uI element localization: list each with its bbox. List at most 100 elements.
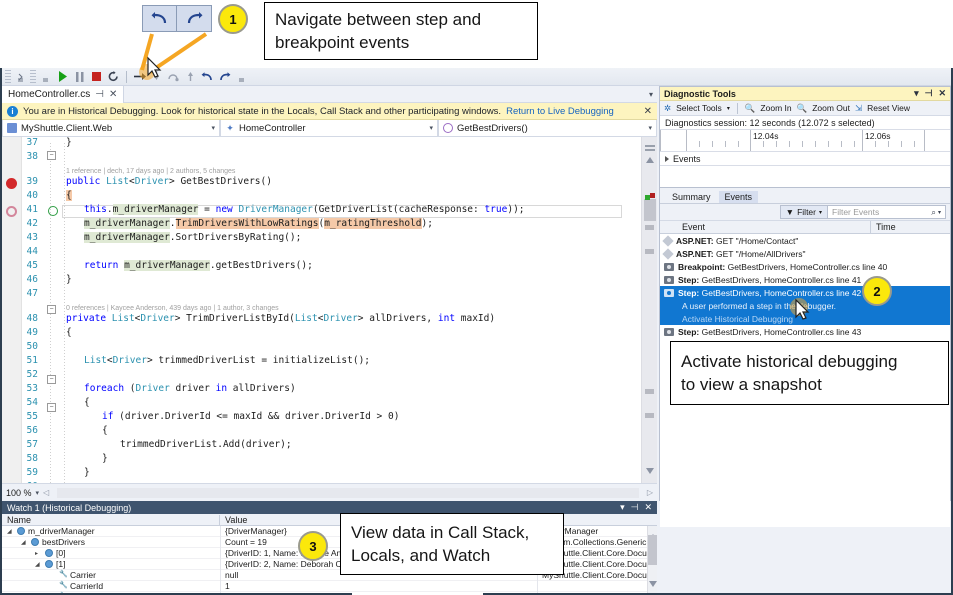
tab-events[interactable]: Events — [718, 191, 759, 203]
watch-cell-name[interactable]: ◢ bestDrivers — [2, 537, 220, 547]
chevron-down-icon[interactable]: ▾ — [429, 124, 433, 132]
zoom-out-label[interactable]: Zoom Out — [812, 103, 850, 113]
chevron-down-icon[interactable]: ◢ — [35, 561, 42, 568]
code-line[interactable]: return m_driverManager.getBestDrivers(); — [84, 260, 313, 274]
codelens-hint[interactable]: 0 references | Kaycee Anderson, 439 days… — [66, 305, 279, 312]
diagnostics-events-section-header[interactable]: Events — [660, 152, 950, 166]
toolbar-grip[interactable] — [5, 70, 11, 83]
editor-horizontal-scrollbar[interactable] — [57, 487, 639, 498]
code-line[interactable]: } — [66, 274, 72, 288]
step-into-icon[interactable] — [149, 69, 164, 85]
show-next-statement-icon[interactable] — [132, 69, 147, 85]
fold-toggle-55[interactable]: − — [47, 403, 56, 412]
pin-icon[interactable]: ⊣ — [95, 89, 104, 100]
code-line[interactable]: { — [66, 327, 72, 341]
chevron-down-icon[interactable]: ▾ — [211, 124, 215, 132]
search-icon[interactable]: ⌕ — [931, 207, 936, 218]
scroll-left-arrow[interactable]: ◁ — [43, 488, 49, 497]
code-line[interactable]: m_driverManager.TrimDriversWithLowRating… — [84, 218, 433, 232]
code-line[interactable]: { — [102, 425, 108, 439]
debug-toolbar[interactable] — [2, 68, 951, 86]
close-icon[interactable]: ✕ — [938, 88, 946, 99]
scrollbar-thumb[interactable] — [648, 535, 657, 565]
continue-icon[interactable] — [55, 69, 70, 85]
chevron-right-icon[interactable]: ▸ — [35, 550, 42, 557]
code-line[interactable]: private List<Driver> TrimDriverListById(… — [66, 313, 495, 327]
historical-back-icon[interactable] — [200, 69, 215, 85]
event-row[interactable]: Step: GetBestDrivers, HomeController.cs … — [660, 325, 950, 338]
events-list[interactable]: ASP.NET: GET "/Home/Contact" ASP.NET: GET… — [660, 234, 950, 351]
event-row[interactable]: ASP.NET: GET "/Home/Contact" — [660, 234, 950, 247]
diagnostic-tools-toolbar[interactable]: ✲ Select Tools ▾ 🔍 Zoom In 🔍 Zoom Out ⇲ … — [660, 101, 950, 116]
stop-icon[interactable] — [89, 69, 104, 85]
fold-toggle-39[interactable]: − — [47, 151, 56, 160]
watch-cell-name[interactable]: 🔧 Carrier — [2, 570, 220, 580]
chevron-down-icon[interactable]: ▾ — [649, 90, 653, 99]
event-detail-row[interactable]: A user performed a step in the debugger. — [660, 299, 950, 312]
chevron-down-icon[interactable]: ▾ — [36, 489, 40, 497]
return-to-live-debugging-link[interactable]: Return to Live Debugging — [506, 106, 614, 117]
watch-cell-value[interactable]: 1 — [220, 581, 537, 591]
editor-vertical-scrollbar[interactable] — [641, 137, 657, 483]
nav-back-button[interactable] — [142, 5, 178, 32]
zoom-level-label[interactable]: 100 % — [6, 488, 32, 498]
select-tools-label[interactable]: Select Tools — [676, 103, 722, 113]
code-line[interactable]: if (driver.DriverId <= maxId && driver.D… — [102, 411, 399, 425]
scrollbar-thumb[interactable] — [644, 199, 656, 221]
nav-forward-button[interactable] — [176, 5, 212, 32]
diagnostics-tabs[interactable]: Summary Events — [660, 188, 950, 204]
scroll-up-arrow[interactable] — [646, 150, 654, 168]
chevron-down-icon[interactable]: ▾ — [938, 209, 941, 216]
watch-cell-name[interactable]: ◢ [1] — [2, 559, 220, 569]
historical-forward-icon[interactable] — [217, 69, 232, 85]
document-tab-homecontroller[interactable]: HomeController.cs ⊣ ✕ — [2, 86, 125, 103]
pause-icon[interactable] — [72, 69, 87, 85]
toolbar-grip-2[interactable] — [30, 70, 36, 83]
chevron-down-icon[interactable]: ◢ — [21, 539, 28, 546]
split-view-icon[interactable] — [645, 139, 655, 151]
code-line[interactable]: trimmedDriverList.Add(driver); — [120, 439, 292, 453]
code-line[interactable]: } — [66, 137, 72, 151]
dropdown-icon[interactable]: ▾ — [620, 502, 625, 513]
codelens-hint[interactable]: 1 reference | dech, 17 days ago | 2 auth… — [66, 168, 235, 175]
code-line[interactable]: m_driverManager.SortDriversByRating(); — [84, 232, 301, 246]
watch-vertical-scrollbar[interactable] — [647, 526, 657, 593]
toolbar-overflow-icon-2[interactable] — [38, 69, 53, 85]
code-line[interactable]: { — [84, 397, 90, 411]
step-out-icon[interactable] — [183, 69, 198, 85]
chevron-right-icon[interactable] — [665, 155, 669, 162]
close-icon[interactable]: ✕ — [644, 502, 652, 513]
fold-toggle-53[interactable]: − — [47, 375, 56, 384]
watch-row[interactable]: 🔧 CarrierId 1 — [2, 581, 657, 592]
pin-icon[interactable]: ⊣ — [631, 502, 639, 513]
zoom-in-icon[interactable]: 🔍 — [745, 103, 756, 114]
reset-view-label[interactable]: Reset View — [867, 103, 910, 113]
event-detail-row[interactable]: Activate Historical Debugging — [660, 312, 950, 325]
step-over-icon[interactable] — [166, 69, 181, 85]
navbar-type-combo[interactable]: ✦ HomeController ▾ — [220, 120, 438, 137]
watch-cell-name[interactable]: ◢ m_driverManager — [2, 526, 220, 536]
tab-summary[interactable]: Summary — [666, 191, 717, 203]
zoom-out-icon[interactable]: 🔍 — [797, 103, 808, 114]
code-line[interactable]: List<Driver> trimmedDriverList = initial… — [84, 355, 370, 369]
filter-button[interactable]: ▼ Filter ▾ — [779, 205, 828, 219]
watch-column-name[interactable]: Name — [2, 514, 220, 525]
watch-cell-name[interactable]: ▸ [0] — [2, 548, 220, 558]
scroll-down-arrow[interactable] — [649, 574, 657, 592]
code-surface[interactable]: − − − − 37} 38 1 reference | dech, 17 days… — [2, 137, 657, 483]
event-row[interactable]: Breakpoint: GetBestDrivers, HomeControll… — [660, 260, 950, 273]
diagnostics-timeline-ruler[interactable]: 12.04s 12.06s — [660, 130, 950, 152]
pin-icon[interactable]: ⊣ — [925, 88, 933, 99]
event-row[interactable]: ASP.NET: GET "/Home/AllDrivers" — [660, 247, 950, 260]
toolbar-more-icon[interactable] — [234, 69, 249, 85]
navbar-member-combo[interactable]: GetBestDrivers() ▾ — [438, 120, 657, 137]
scroll-down-arrow[interactable] — [646, 461, 654, 479]
navbar-project-combo[interactable]: MyShuttle.Client.Web ▾ — [2, 120, 220, 137]
chevron-down-icon[interactable]: ▾ — [648, 124, 652, 132]
code-line[interactable]: } — [84, 467, 90, 481]
code-line[interactable]: this.m_driverManager = new DriverManager… — [84, 204, 525, 218]
close-icon[interactable]: ✕ — [109, 89, 117, 100]
diagnostics-filter-bar[interactable]: ▼ Filter ▾ Filter Events ⌕ ▾ — [660, 204, 950, 221]
chevron-down-icon[interactable]: ▾ — [727, 105, 730, 112]
toolbar-overflow-icon[interactable] — [13, 69, 28, 85]
